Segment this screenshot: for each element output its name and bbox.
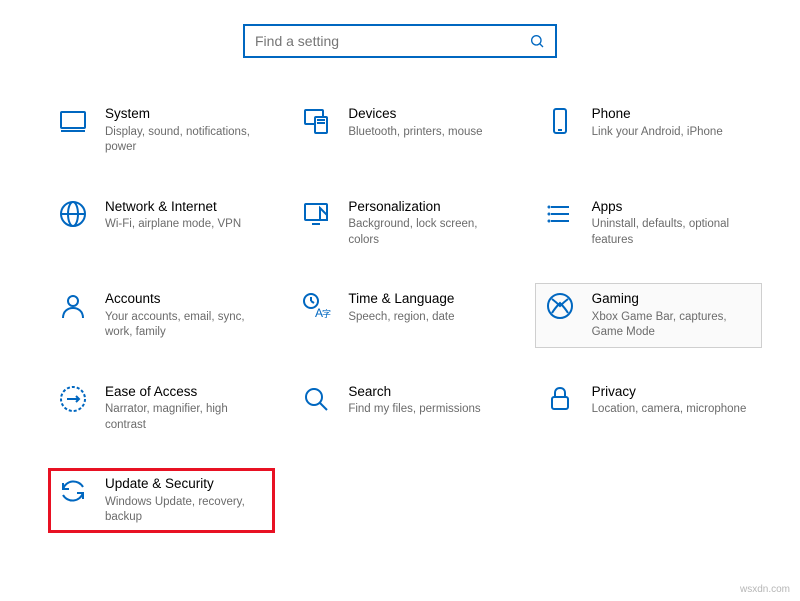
accounts-icon xyxy=(57,290,89,322)
tile-desc: Bluetooth, printers, mouse xyxy=(348,125,509,141)
personalization-icon xyxy=(300,198,332,230)
privacy-icon xyxy=(544,383,576,415)
tile-ease-of-access[interactable]: Ease of Access Narrator, magnifier, high… xyxy=(48,376,275,441)
search-icon xyxy=(529,33,545,49)
search-input[interactable] xyxy=(255,33,529,49)
tile-title: Time & Language xyxy=(348,290,509,308)
tile-desc: Display, sound, notifications, power xyxy=(105,125,266,156)
tile-title: Personalization xyxy=(348,198,509,216)
tile-title: Devices xyxy=(348,105,509,123)
tile-devices[interactable]: Devices Bluetooth, printers, mouse xyxy=(291,98,518,163)
tile-title: Phone xyxy=(592,105,753,123)
tile-gaming[interactable]: Gaming Xbox Game Bar, captures, Game Mod… xyxy=(535,283,762,348)
system-icon xyxy=(57,105,89,137)
tile-desc: Windows Update, recovery, backup xyxy=(105,495,266,526)
update-security-icon xyxy=(57,475,89,507)
tile-title: Accounts xyxy=(105,290,266,308)
tile-title: System xyxy=(105,105,266,123)
tile-desc: Wi-Fi, airplane mode, VPN xyxy=(105,217,266,233)
tile-desc: Link your Android, iPhone xyxy=(592,125,753,141)
tile-desc: Background, lock screen, colors xyxy=(348,217,509,248)
tile-desc: Speech, region, date xyxy=(348,310,509,326)
tile-title: Apps xyxy=(592,198,753,216)
tile-title: Update & Security xyxy=(105,475,266,493)
globe-icon xyxy=(57,198,89,230)
tile-desc: Xbox Game Bar, captures, Game Mode xyxy=(592,310,753,341)
tile-privacy[interactable]: Privacy Location, camera, microphone xyxy=(535,376,762,441)
tile-time-language[interactable]: A字 Time & Language Speech, region, date xyxy=(291,283,518,348)
gaming-icon xyxy=(544,290,576,322)
tile-system[interactable]: System Display, sound, notifications, po… xyxy=(48,98,275,163)
tile-desc: Uninstall, defaults, optional features xyxy=(592,217,753,248)
tile-title: Gaming xyxy=(592,290,753,308)
tile-phone[interactable]: Phone Link your Android, iPhone xyxy=(535,98,762,163)
time-language-icon: A字 xyxy=(300,290,332,322)
apps-icon xyxy=(544,198,576,230)
tile-desc: Location, camera, microphone xyxy=(592,402,753,418)
tile-title: Ease of Access xyxy=(105,383,266,401)
tile-accounts[interactable]: Accounts Your accounts, email, sync, wor… xyxy=(48,283,275,348)
tile-network[interactable]: Network & Internet Wi-Fi, airplane mode,… xyxy=(48,191,275,256)
tile-desc: Narrator, magnifier, high contrast xyxy=(105,402,266,433)
tile-title: Privacy xyxy=(592,383,753,401)
watermark: wsxdn.com xyxy=(740,584,790,595)
tile-personalization[interactable]: Personalization Background, lock screen,… xyxy=(291,191,518,256)
tile-title: Search xyxy=(348,383,509,401)
svg-text:字: 字 xyxy=(322,308,331,319)
tile-title: Network & Internet xyxy=(105,198,266,216)
tile-desc: Find my files, permissions xyxy=(348,402,509,418)
search-category-icon xyxy=(300,383,332,415)
devices-icon xyxy=(300,105,332,137)
phone-icon xyxy=(544,105,576,137)
tile-search[interactable]: Search Find my files, permissions xyxy=(291,376,518,441)
tile-desc: Your accounts, email, sync, work, family xyxy=(105,310,266,341)
tile-apps[interactable]: Apps Uninstall, defaults, optional featu… xyxy=(535,191,762,256)
ease-of-access-icon xyxy=(57,383,89,415)
search-box[interactable] xyxy=(243,24,557,58)
tile-update-security[interactable]: Update & Security Windows Update, recove… xyxy=(48,468,275,533)
settings-grid: System Display, sound, notifications, po… xyxy=(0,98,800,533)
